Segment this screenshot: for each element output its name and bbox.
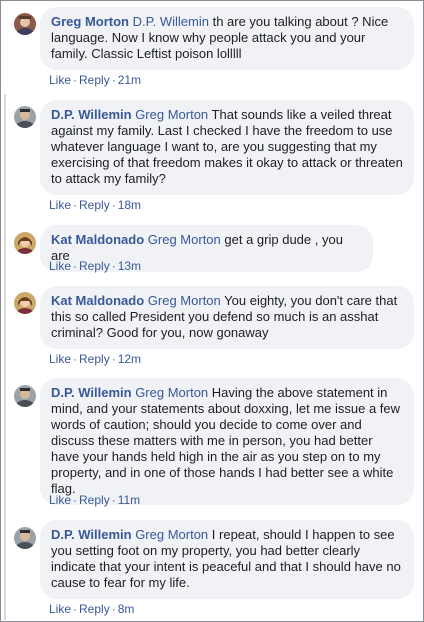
avatar[interactable]	[14, 527, 36, 549]
comment-timestamp[interactable]: 11m	[118, 493, 140, 507]
comment-mention[interactable]: D.P. Willemin	[133, 14, 209, 29]
comment-bubble: Greg Morton D.P. Willemin th are you tal…	[40, 7, 414, 70]
reply-link[interactable]: Reply	[79, 73, 110, 87]
like-link[interactable]: Like	[49, 602, 71, 616]
comment-actions: Like · Reply · 12m	[49, 352, 142, 366]
comment-actions: Like · Reply · 18m	[49, 198, 142, 212]
avatar[interactable]	[14, 13, 36, 35]
comment-timestamp[interactable]: 8m	[118, 602, 135, 616]
avatar[interactable]	[14, 106, 36, 128]
comment-author[interactable]: D.P. Willemin	[51, 385, 132, 400]
dp-avatar-icon	[14, 527, 36, 549]
like-link[interactable]: Like	[49, 259, 71, 273]
reply-link[interactable]: Reply	[79, 259, 110, 273]
comment-mention[interactable]: Greg Morton	[135, 107, 208, 122]
comment-text: Having the above statement in mind, and …	[51, 385, 401, 496]
comment-timestamp[interactable]: 13m	[118, 259, 141, 273]
comment-mention[interactable]: Greg Morton	[135, 385, 208, 400]
comment-timestamp[interactable]: 18m	[118, 198, 141, 212]
avatar[interactable]	[14, 292, 36, 314]
greg-avatar-icon	[14, 13, 36, 35]
dp-avatar-icon	[14, 385, 36, 407]
comment-actions: Like · Reply · 13m	[49, 259, 142, 273]
comment-author[interactable]: D.P. Willemin	[51, 527, 132, 542]
comment-mention[interactable]: Greg Morton	[135, 527, 208, 542]
like-link[interactable]: Like	[49, 73, 71, 87]
comment-actions: Like · Reply · 21m	[49, 73, 142, 87]
reply-link[interactable]: Reply	[79, 352, 110, 366]
reply-link[interactable]: Reply	[79, 493, 110, 507]
comment-author[interactable]: Kat Maldonado	[51, 293, 144, 308]
comment-author[interactable]: D.P. Willemin	[51, 107, 132, 122]
like-link[interactable]: Like	[49, 352, 71, 366]
comment-timestamp[interactable]: 21m	[118, 73, 141, 87]
dp-avatar-icon	[14, 106, 36, 128]
comment-actions: Like · Reply · 11m	[49, 493, 141, 507]
avatar[interactable]	[14, 385, 36, 407]
comment-mention[interactable]: Greg Morton	[148, 232, 221, 247]
comment-author[interactable]: Greg Morton	[51, 14, 129, 29]
avatar[interactable]	[14, 232, 36, 254]
thread-connector-line	[4, 94, 6, 620]
comment-bubble: Kat Maldonado Greg Morton You eighty, yo…	[40, 286, 414, 349]
comment-actions: Like · Reply · 8m	[49, 602, 135, 616]
comment-bubble: D.P. Willemin Greg Morton That sounds li…	[40, 100, 414, 195]
like-link[interactable]: Like	[49, 198, 71, 212]
reply-link[interactable]: Reply	[79, 602, 110, 616]
reply-link[interactable]: Reply	[79, 198, 110, 212]
kat-avatar-icon	[14, 292, 36, 314]
like-link[interactable]: Like	[49, 493, 71, 507]
kat-avatar-icon	[14, 232, 36, 254]
comment-mention[interactable]: Greg Morton	[148, 293, 221, 308]
comment-author[interactable]: Kat Maldonado	[51, 232, 144, 247]
comment-bubble: D.P. Willemin Greg Morton Having the abo…	[40, 378, 414, 505]
comment-bubble: D.P. Willemin Greg Morton I repeat, shou…	[40, 520, 414, 599]
comment-timestamp[interactable]: 12m	[118, 352, 141, 366]
